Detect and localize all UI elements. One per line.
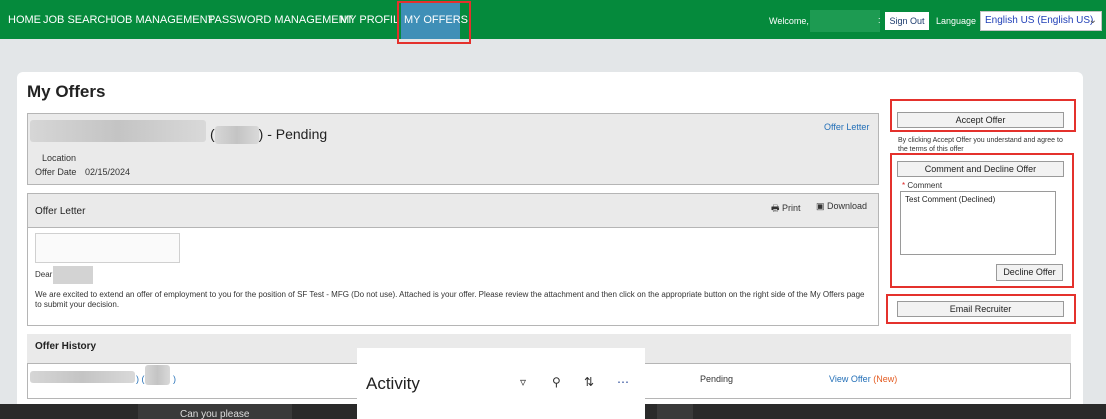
language-value: English US (English US)	[985, 15, 1094, 26]
offer-letter-header	[27, 193, 879, 228]
offer-date-value: 02/15/2024	[85, 167, 131, 177]
print-button[interactable]: 🖶 Print	[771, 201, 801, 217]
comment-label: * Comment	[902, 181, 943, 190]
email-recruiter-button[interactable]: Email Recruiter	[897, 301, 1064, 317]
my-offers-highlight	[397, 1, 471, 44]
offer-letter-body: We are excited to extend an offer of emp…	[35, 290, 865, 309]
language-select[interactable]: English US (English US) ⌄	[980, 11, 1102, 31]
activity-title: Activity	[366, 374, 420, 393]
search-icon[interactable]: ⚲	[552, 375, 561, 389]
history-name-redacted	[30, 371, 135, 383]
nav-home[interactable]: HOME	[8, 14, 41, 26]
download-button[interactable]: ▣ Download	[816, 201, 867, 212]
chat-preview-text: Can you please	[180, 409, 250, 419]
offer-letter-title: Offer Letter	[35, 206, 86, 217]
letter-logo-box	[35, 233, 180, 263]
history-status: Pending	[700, 374, 734, 384]
offer-history-title: Offer History	[35, 341, 97, 352]
recipient-redacted	[53, 266, 93, 284]
history-offer-link-end[interactable]: )	[173, 374, 176, 384]
language-label: Language	[936, 16, 977, 26]
sort-icon[interactable]: ⇅	[584, 375, 594, 389]
filter-icon[interactable]: ▿	[520, 375, 526, 389]
welcome-colon: :	[878, 15, 881, 25]
chat-cell-2	[657, 404, 693, 419]
username-redacted	[810, 10, 880, 32]
offer-title-redacted	[30, 120, 206, 142]
history-id-redacted	[145, 365, 170, 385]
page-title: My Offers	[27, 82, 106, 101]
comment-textarea[interactable]: Test Comment (Declined)	[900, 191, 1056, 255]
nav-job-search[interactable]: JOB SEARCH	[43, 14, 113, 26]
view-offer-link[interactable]: View Offer (New)	[829, 374, 897, 384]
download-icon: ▣	[816, 201, 825, 211]
nav-my-profile[interactable]: MY PROFILE	[340, 14, 398, 26]
more-icon[interactable]: ⋯	[617, 375, 629, 389]
offer-date-label: Offer Date	[35, 167, 77, 177]
nav-password-management[interactable]: PASSWORD MANAGEMENT	[208, 14, 353, 26]
location-label: Location	[42, 153, 77, 163]
history-offer-link[interactable]: ) (	[136, 374, 145, 384]
comment-decline-button[interactable]: Comment and Decline Offer	[897, 161, 1064, 177]
sign-out-button[interactable]: Sign Out	[885, 12, 929, 30]
offer-title: () - Pending	[210, 126, 327, 145]
decline-offer-button[interactable]: Decline Offer	[996, 264, 1063, 281]
accept-highlight	[890, 99, 1076, 132]
welcome-text: Welcome,	[769, 16, 809, 26]
dear-text: Dear	[35, 270, 53, 279]
offer-letter-link[interactable]: Offer Letter	[824, 122, 869, 132]
accept-offer-note: By clicking Accept Offer you understand …	[898, 137, 1063, 153]
print-icon: 🖶	[771, 203, 780, 213]
chevron-down-icon: ⌄	[1088, 15, 1097, 26]
nav-job-management[interactable]: JOB MANAGEMENT	[111, 14, 214, 26]
